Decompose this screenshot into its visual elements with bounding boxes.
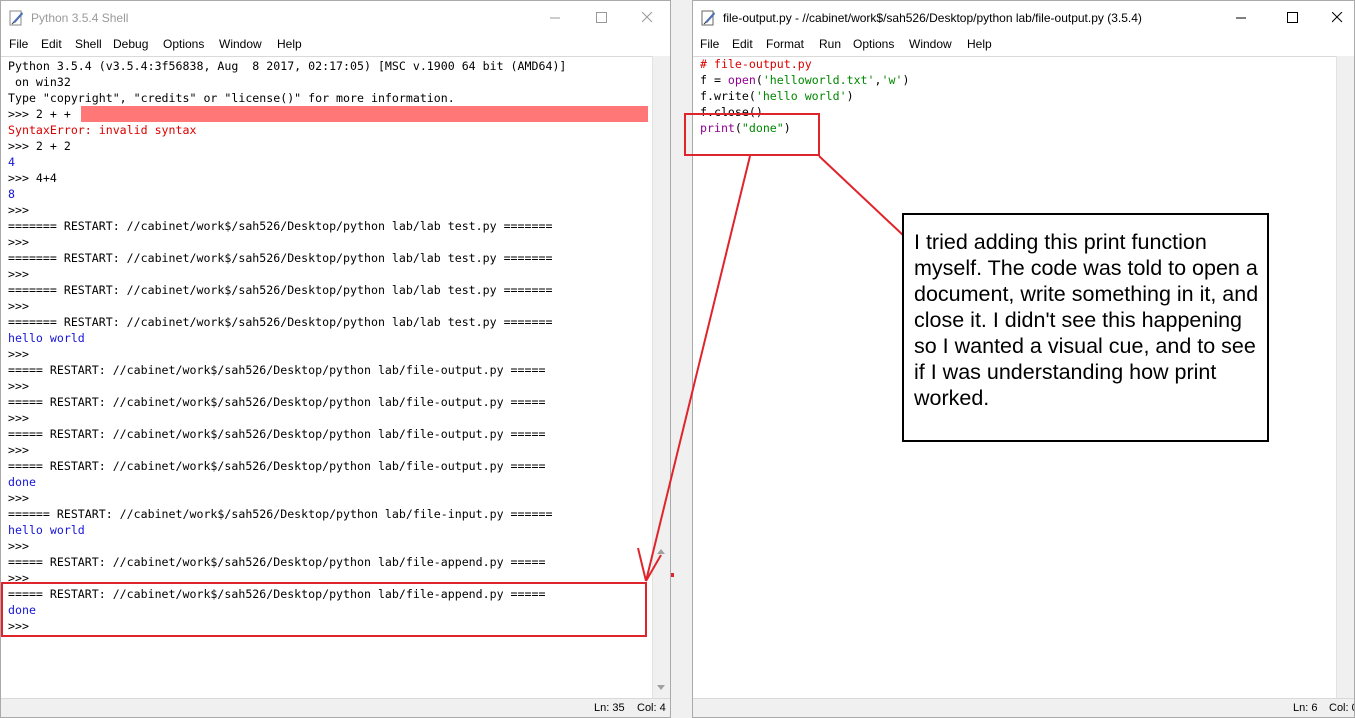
arrow-head-left bbox=[637, 547, 647, 582]
annotation-callout-text: I tried adding this print function mysel… bbox=[914, 230, 1259, 410]
annotation-dot bbox=[671, 573, 674, 577]
annotation-callout-box: I tried adding this print function mysel… bbox=[902, 213, 1269, 442]
callout-connector-line bbox=[818, 155, 905, 237]
pointer-arrow-line bbox=[645, 155, 751, 582]
